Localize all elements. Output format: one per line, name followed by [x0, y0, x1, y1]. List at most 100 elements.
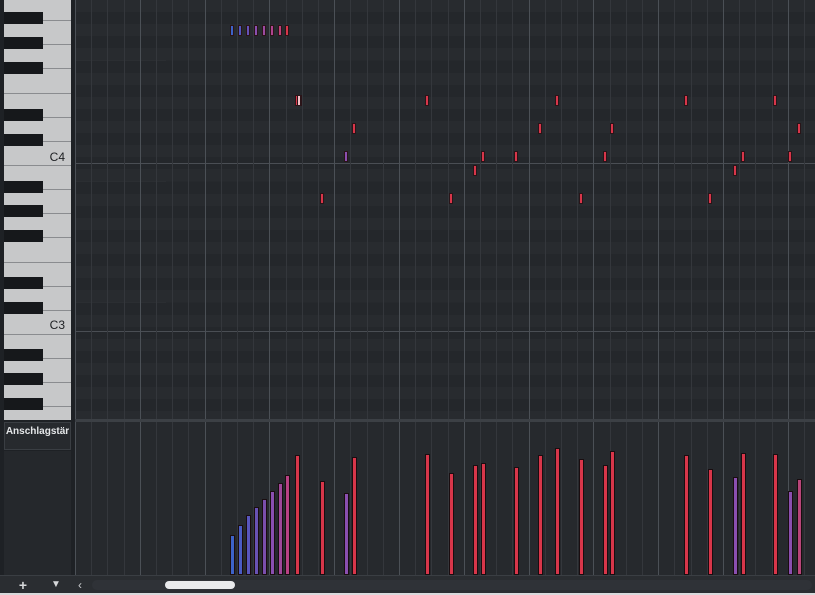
- velocity-bar[interactable]: [270, 491, 275, 575]
- black-key[interactable]: [4, 230, 43, 242]
- midi-note[interactable]: [238, 25, 242, 36]
- velocity-bar[interactable]: [320, 481, 325, 575]
- midi-note[interactable]: [449, 193, 453, 204]
- midi-note[interactable]: [246, 25, 250, 36]
- velocity-bar[interactable]: [246, 515, 251, 575]
- midi-note[interactable]: [473, 165, 477, 176]
- beat-line: [91, 422, 92, 575]
- midi-note[interactable]: [230, 25, 234, 36]
- scroll-left-icon[interactable]: ‹: [78, 577, 88, 593]
- pitch-row: [75, 375, 815, 388]
- velocity-bar[interactable]: [797, 479, 802, 575]
- pitch-row: [75, 350, 815, 363]
- midi-note[interactable]: [555, 95, 559, 106]
- velocity-bar[interactable]: [514, 467, 519, 575]
- black-key[interactable]: [4, 37, 43, 49]
- white-key-divider: [4, 262, 71, 263]
- black-key[interactable]: [4, 109, 43, 121]
- midi-note[interactable]: [278, 25, 282, 36]
- piano-keyboard[interactable]: C4 C3: [4, 0, 71, 420]
- midi-note[interactable]: [579, 193, 583, 204]
- add-lane-button[interactable]: +: [11, 577, 35, 593]
- velocity-bar[interactable]: [254, 507, 259, 575]
- black-key[interactable]: [4, 134, 43, 146]
- velocity-bar[interactable]: [295, 455, 300, 575]
- black-key[interactable]: [4, 62, 43, 74]
- black-key[interactable]: [4, 302, 43, 314]
- velocity-bar[interactable]: [481, 463, 486, 575]
- scrollbar-thumb[interactable]: [165, 581, 235, 589]
- pitch-row: [75, 60, 815, 73]
- beat-line: [529, 422, 530, 575]
- pitch-row: [75, 242, 815, 255]
- velocity-bar[interactable]: [230, 535, 235, 575]
- controller-lane-header: [4, 451, 71, 575]
- midi-note[interactable]: [773, 95, 777, 106]
- velocity-bar[interactable]: [262, 499, 267, 575]
- velocity-lane[interactable]: [75, 422, 815, 575]
- velocity-bar[interactable]: [603, 465, 608, 575]
- velocity-bar[interactable]: [449, 473, 454, 575]
- midi-note[interactable]: [270, 25, 274, 36]
- midi-note[interactable]: [425, 95, 429, 106]
- velocity-bar[interactable]: [741, 453, 746, 575]
- velocity-bar[interactable]: [344, 493, 349, 575]
- velocity-bar[interactable]: [610, 451, 615, 575]
- midi-note[interactable]: [254, 25, 258, 36]
- midi-note[interactable]: [610, 123, 614, 134]
- velocity-bar[interactable]: [538, 455, 543, 575]
- midi-note[interactable]: [684, 95, 688, 106]
- velocity-lane-label[interactable]: Anschlagstär: [4, 422, 71, 450]
- bottom-toolbar: + ▼ ‹: [0, 575, 815, 595]
- midi-note[interactable]: [297, 95, 301, 106]
- beat-line: [529, 0, 530, 420]
- midi-note[interactable]: [788, 151, 792, 162]
- velocity-bar[interactable]: [684, 455, 689, 575]
- velocity-bar[interactable]: [285, 475, 290, 575]
- black-key[interactable]: [4, 12, 43, 24]
- midi-note[interactable]: [352, 123, 356, 134]
- velocity-bar[interactable]: [425, 454, 430, 575]
- black-key[interactable]: [4, 398, 43, 410]
- beat-line: [577, 0, 578, 420]
- velocity-bar[interactable]: [238, 525, 243, 575]
- midi-note[interactable]: [481, 151, 485, 162]
- black-key[interactable]: [4, 181, 43, 193]
- pitch-row: [75, 205, 815, 218]
- lane-menu-button[interactable]: ▼: [44, 577, 68, 593]
- midi-note[interactable]: [262, 25, 266, 36]
- black-key[interactable]: [4, 277, 43, 289]
- pitch-row: [75, 399, 815, 412]
- midi-note[interactable]: [285, 25, 289, 36]
- midi-note[interactable]: [344, 151, 348, 162]
- beat-line: [383, 422, 384, 575]
- midi-note[interactable]: [741, 151, 745, 162]
- velocity-bar[interactable]: [733, 477, 738, 575]
- velocity-bar[interactable]: [278, 483, 283, 575]
- midi-note[interactable]: [797, 123, 801, 134]
- midi-note[interactable]: [733, 165, 737, 176]
- black-key[interactable]: [4, 373, 43, 385]
- midi-note[interactable]: [538, 123, 542, 134]
- piano-roll-grid[interactable]: [75, 0, 815, 420]
- beat-line: [755, 0, 756, 420]
- beat-line: [561, 422, 562, 575]
- midi-note[interactable]: [320, 193, 324, 204]
- velocity-bar[interactable]: [708, 469, 713, 575]
- beat-line: [642, 422, 643, 575]
- midi-note[interactable]: [603, 151, 607, 162]
- velocity-bar[interactable]: [473, 465, 478, 575]
- velocity-bar[interactable]: [352, 457, 357, 575]
- velocity-bar[interactable]: [555, 448, 560, 575]
- beat-line: [577, 422, 578, 575]
- velocity-bar[interactable]: [579, 459, 584, 575]
- velocity-bar[interactable]: [773, 454, 778, 575]
- velocity-bar[interactable]: [788, 491, 793, 575]
- black-key[interactable]: [4, 349, 43, 361]
- midi-note[interactable]: [514, 151, 518, 162]
- beat-line: [172, 422, 173, 575]
- horizontal-scrollbar[interactable]: [92, 580, 812, 590]
- midi-note[interactable]: [708, 193, 712, 204]
- octave-line: [75, 163, 815, 164]
- black-key[interactable]: [4, 205, 43, 217]
